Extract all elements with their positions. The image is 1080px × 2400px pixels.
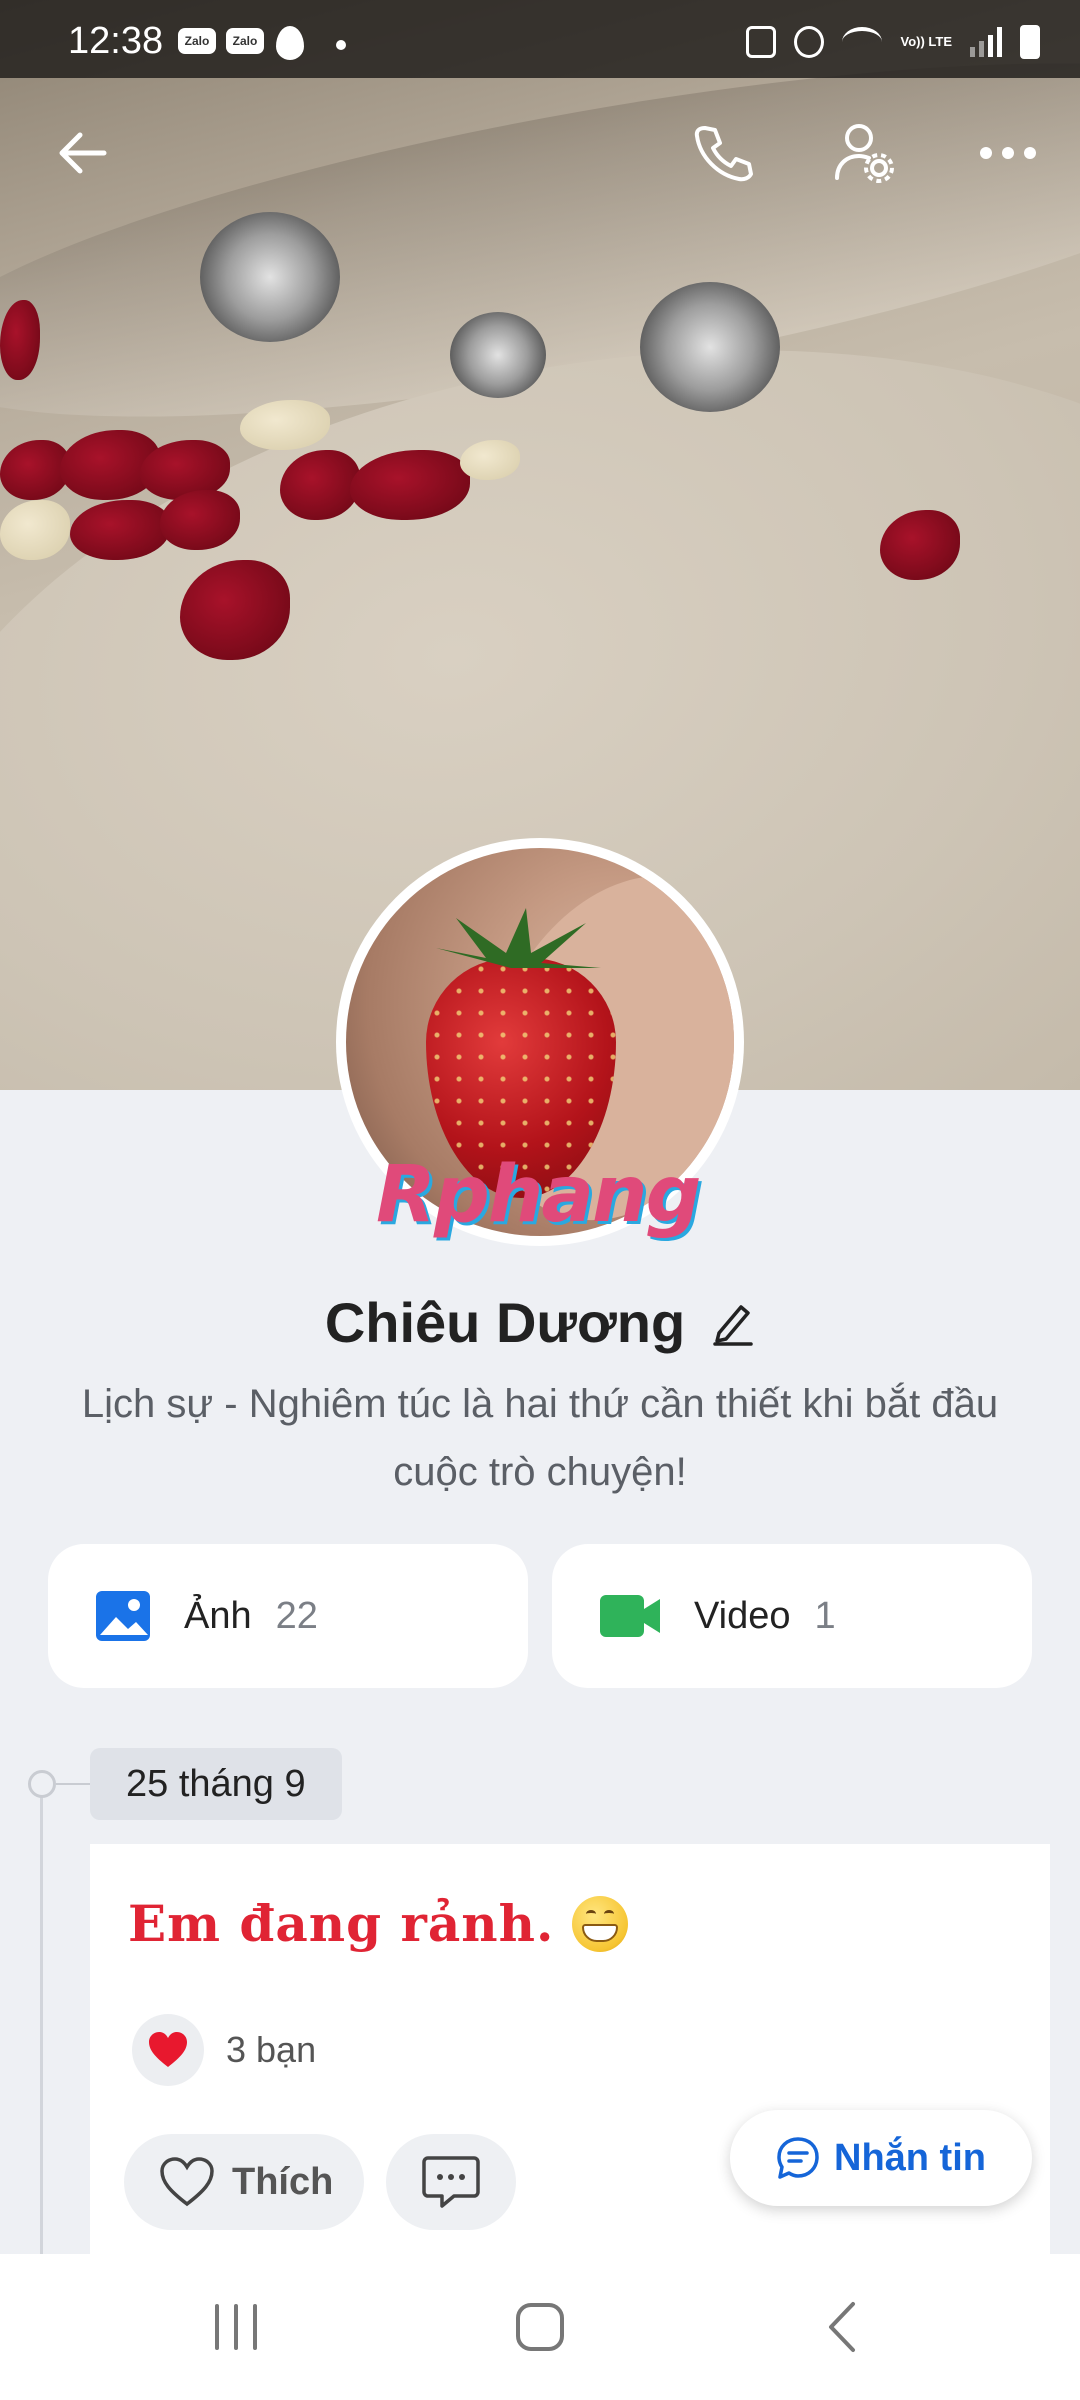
post-text: Em đang rảnh. (128, 1894, 555, 1953)
arrow-left-icon (59, 132, 107, 174)
recent-apps-icon (215, 2304, 257, 2350)
reaction-summary[interactable]: 3 bạn (132, 2014, 316, 2086)
profile-name-row: Chiêu Dương (0, 1290, 1080, 1355)
photos-count: 22 (275, 1594, 318, 1637)
more-notifications-dot-icon (336, 40, 346, 50)
heart-outline-icon (160, 2157, 214, 2207)
more-options-button[interactable] (970, 115, 1046, 191)
zalo-notification-icon: Zalo (178, 28, 216, 54)
photos-card[interactable]: Ảnh 22 (48, 1544, 528, 1688)
message-label: Nhắn tin (834, 2136, 986, 2179)
call-button[interactable] (684, 115, 760, 191)
timeline-date: 25 tháng 9 (90, 1748, 342, 1820)
reaction-count: 3 bạn (226, 2029, 317, 2070)
more-horizontal-icon (980, 147, 1036, 159)
battery-icon (1020, 25, 1040, 59)
message-button[interactable]: Nhắn tin (730, 2110, 1032, 2206)
videos-card[interactable]: Video 1 (552, 1544, 1032, 1688)
status-bar: 12:38 Zalo Zalo Vo)) LTE (0, 0, 1080, 78)
recent-apps-button[interactable] (156, 2254, 316, 2400)
video-camera-icon (600, 1595, 660, 1637)
videos-count: 1 (814, 1594, 836, 1637)
profile-settings-button[interactable] (826, 115, 902, 191)
timeline-dot (28, 1770, 56, 1798)
image-icon (96, 1591, 150, 1641)
grinning-face-icon (572, 1895, 629, 1952)
tinder-notification-icon (276, 26, 304, 60)
heart-reaction-icon (132, 2014, 204, 2086)
edit-pencil-icon[interactable] (711, 1299, 755, 1347)
home-icon (516, 2303, 564, 2351)
system-nav-bar (0, 2254, 1080, 2400)
signal-icon (970, 27, 1002, 57)
profile-bio: Lịch sự - Nghiêm túc là hai thứ cần thiế… (81, 1382, 999, 1494)
chat-bubble-icon (777, 2137, 819, 2179)
recycle-icon (746, 26, 777, 58)
zalo-notification-icon: Zalo (226, 28, 264, 54)
volte-icon: Vo)) LTE (900, 34, 952, 49)
phone-icon (694, 126, 753, 182)
profile-name: Chiêu Dương (324, 1291, 686, 1354)
status-time: 12:38 (68, 20, 164, 62)
like-button[interactable]: Thích (124, 2134, 364, 2230)
back-nav-button[interactable] (762, 2254, 922, 2400)
comment-icon (422, 2156, 480, 2208)
photos-label: Ảnh (184, 1594, 252, 1637)
timeline-line (40, 1784, 43, 2254)
timeline-connector (56, 1783, 90, 1785)
chevron-left-icon (829, 2302, 855, 2352)
comment-button[interactable] (386, 2134, 516, 2230)
back-button[interactable] (44, 115, 120, 191)
videos-label: Video (694, 1594, 791, 1637)
like-label: Thích (232, 2160, 334, 2203)
watermark-logo: Rphang (376, 1150, 701, 1240)
user-settings-icon (835, 124, 894, 183)
home-button[interactable] (460, 2254, 620, 2400)
wifi-icon (842, 27, 883, 57)
alarm-icon (794, 26, 825, 58)
